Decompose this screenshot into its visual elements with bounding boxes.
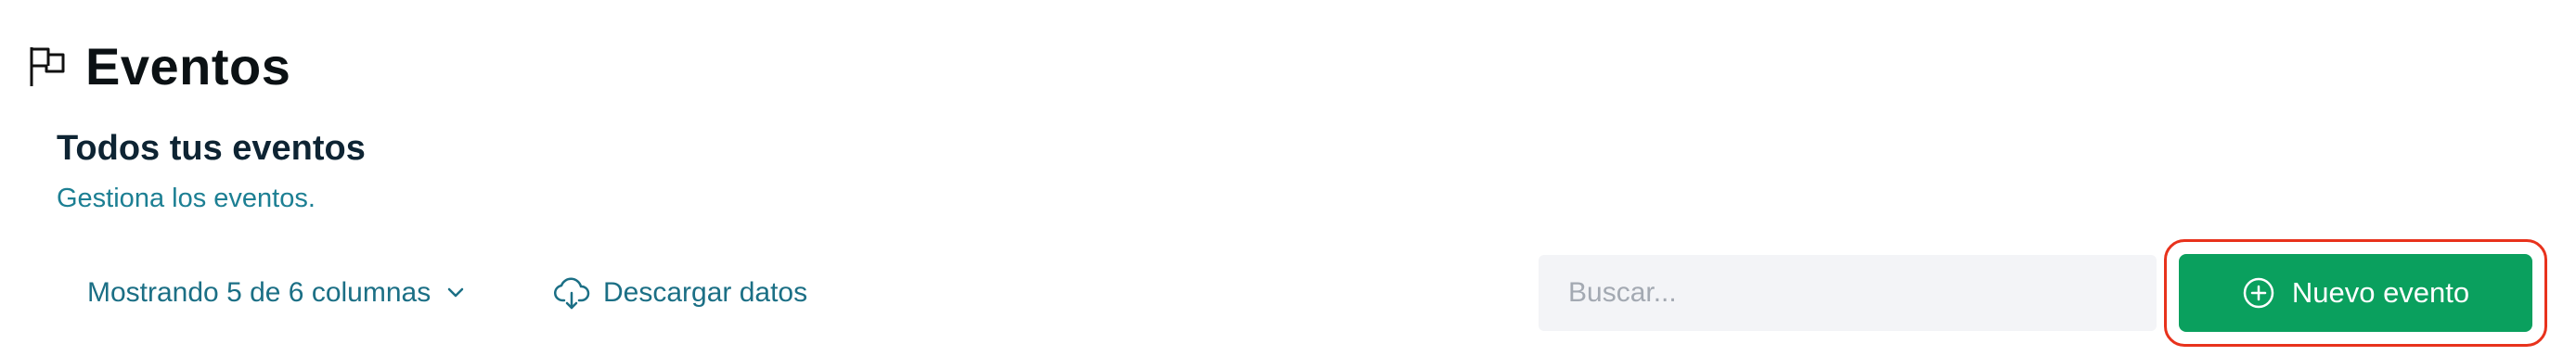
new-event-button[interactable]: Nuevo evento [2179,254,2532,332]
new-event-label: Nuevo evento [2291,276,2470,309]
page-title: Eventos [85,37,291,95]
columns-toggle[interactable]: Mostrando 5 de 6 columnas [87,270,468,316]
section-title: Todos tus eventos [57,129,366,168]
chevron-down-icon [444,281,468,305]
flag-icon [28,45,67,88]
plus-circle-icon [2242,276,2275,310]
download-data-label: Descargar datos [603,277,808,308]
search-input[interactable] [1539,255,2157,331]
cloud-download-icon [553,274,590,312]
columns-toggle-label: Mostrando 5 de 6 columnas [87,277,431,308]
section-subtitle: Gestiona los eventos. [57,184,316,213]
page-header: Eventos [28,33,290,100]
download-data-button[interactable]: Descargar datos [553,270,807,316]
